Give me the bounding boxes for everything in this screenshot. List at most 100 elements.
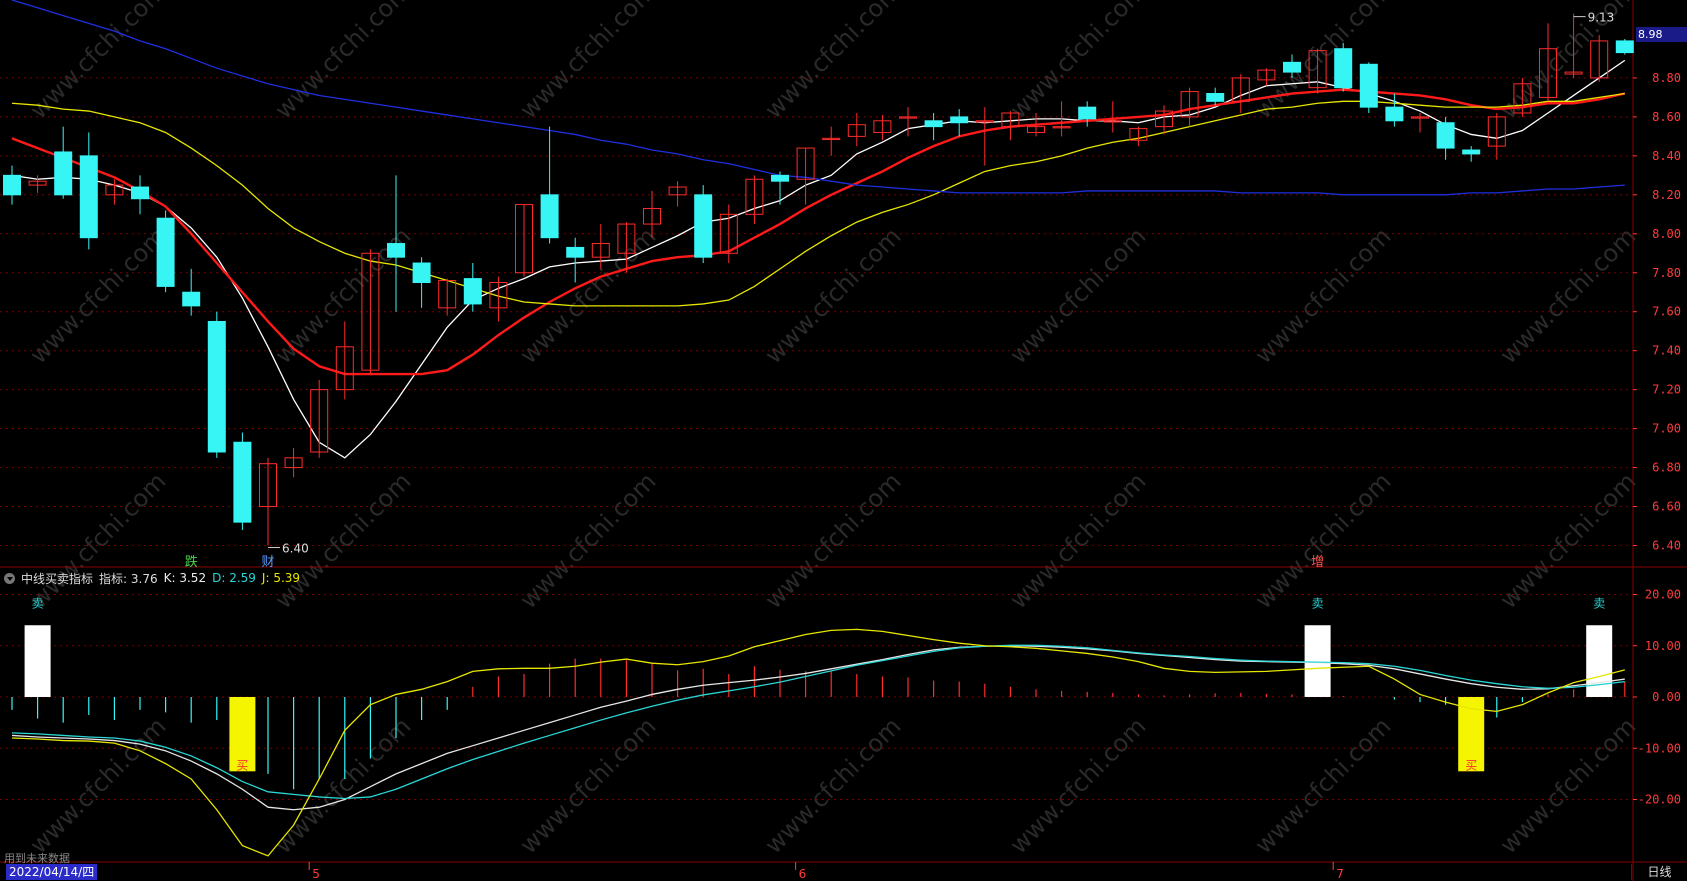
candle	[540, 126, 559, 244]
candle	[1385, 93, 1404, 127]
price-tick-label: 7.60	[1652, 305, 1681, 319]
candle-body	[1385, 106, 1404, 122]
candle	[387, 175, 405, 312]
watermark-text: www.cfchi.com	[1494, 467, 1641, 614]
low-price-label: 6.40	[282, 542, 309, 556]
month-tick-label: 6	[799, 867, 807, 881]
candle	[131, 175, 149, 215]
candle	[412, 257, 431, 308]
k-value: K: 3.52	[164, 571, 206, 585]
indicator-tick-label: -20.00	[1638, 793, 1681, 807]
candle	[1078, 101, 1097, 127]
candle	[1334, 42, 1353, 92]
candle-body	[1078, 106, 1097, 120]
candle	[335, 321, 354, 400]
candle-body	[412, 262, 431, 284]
watermark-text: www.cfchi.com	[1004, 467, 1151, 614]
watermark-text: www.cfchi.com	[1249, 712, 1396, 859]
price-tick-label: 6.40	[1652, 539, 1681, 553]
candle-body	[1283, 61, 1301, 73]
candle	[1615, 38, 1634, 55]
candle	[284, 448, 303, 478]
indicator-value-number: 3.76	[130, 571, 158, 586]
candle	[975, 107, 994, 166]
month-tick-label: 7	[1336, 867, 1344, 881]
d-number: 2.59	[229, 571, 256, 585]
event-marker: 跌	[185, 554, 198, 570]
candle	[259, 457, 277, 546]
candle	[207, 311, 226, 458]
candle-body	[131, 186, 149, 200]
candle	[1155, 105, 1173, 135]
j-number: 5.39	[273, 571, 301, 585]
candle	[463, 263, 482, 312]
price-tick-label: 7.40	[1652, 344, 1681, 358]
k-number: 3.52	[179, 571, 207, 585]
candle-body	[1436, 122, 1455, 149]
candle-body	[79, 155, 98, 239]
candle	[1411, 113, 1429, 133]
watermark-text: www.cfchi.com	[514, 222, 661, 369]
chevron-down-icon[interactable]	[4, 572, 15, 584]
sell-signal-bar	[24, 625, 51, 697]
candle	[156, 210, 175, 293]
watermark-text: www.cfchi.com	[1249, 222, 1396, 369]
candle	[438, 278, 457, 316]
candle	[54, 126, 73, 199]
candle	[822, 126, 841, 156]
watermark-text: www.cfchi.com	[1249, 467, 1396, 614]
candle-body	[566, 246, 585, 258]
price-tick-label: 8.80	[1652, 71, 1681, 85]
chart-canvas[interactable]: www.cfchi.com www.cfchi.com www.cfchi.com w…	[0, 0, 1687, 881]
price-tick-label: 8.40	[1652, 149, 1681, 163]
watermark-text: www.cfchi.com	[759, 0, 906, 124]
watermark-text: www.cfchi.com	[1494, 222, 1641, 369]
watermark-text: www.cfchi.com	[759, 222, 906, 369]
price-tick-label: 7.00	[1652, 422, 1681, 436]
high-price-label: 9.13	[1588, 11, 1615, 25]
candle	[1436, 116, 1455, 160]
indicator-tick-label: -10.00	[1638, 741, 1681, 755]
candle	[79, 132, 98, 250]
candle-body	[694, 194, 713, 258]
candle	[1103, 101, 1122, 133]
moving-average-line	[11, 59, 1626, 459]
candle	[1206, 87, 1225, 106]
candle-body	[207, 320, 226, 453]
candle	[668, 181, 687, 207]
month-tick-label: 5	[312, 867, 320, 881]
candle-body	[1615, 40, 1634, 54]
price-tick-label: 8.60	[1652, 110, 1681, 124]
candle-body	[540, 194, 559, 239]
watermark-text: www.cfchi.com	[1004, 712, 1151, 859]
candle	[745, 175, 764, 225]
candle	[182, 268, 201, 316]
candle	[694, 185, 713, 264]
watermark-text: www.cfchi.com	[269, 0, 416, 124]
watermark-text: www.cfchi.com	[24, 467, 171, 614]
d-value: D: 2.59	[212, 571, 256, 585]
cursor-date: 2022/04/14/四	[6, 864, 98, 880]
indicator-title: 中线买卖指标	[21, 571, 94, 586]
indicator-tick-label: 0.00	[1652, 690, 1681, 704]
j-label: J:	[261, 571, 270, 585]
price-tick-label: 7.80	[1652, 266, 1681, 280]
price-tick-label: 8.00	[1652, 227, 1681, 241]
candle	[233, 432, 252, 530]
candle-body	[54, 151, 73, 196]
candle	[489, 276, 508, 322]
candle	[1359, 62, 1378, 113]
candle-body	[771, 174, 789, 182]
sell-signal-label: 卖	[1312, 596, 1324, 610]
period-selector[interactable]: 日线	[1631, 864, 1687, 880]
indicator-legend[interactable]: 中线买卖指标 指标: 3.76 K: 3.52 D: 2.59 J: 5.39	[4, 570, 300, 586]
candle-body	[387, 243, 405, 258]
watermark-text: www.cfchi.com	[1494, 712, 1641, 859]
watermark-text: www.cfchi.com	[1004, 222, 1151, 369]
watermark-layer: www.cfchi.com www.cfchi.com www.cfchi.com w…	[24, 0, 1641, 859]
candle	[3, 165, 21, 205]
price-tick-label: 6.60	[1652, 500, 1681, 514]
indicator-tick-label: 20.00	[1645, 588, 1681, 602]
j-value: J: 5.39	[262, 571, 300, 585]
candle-body	[1334, 48, 1353, 89]
